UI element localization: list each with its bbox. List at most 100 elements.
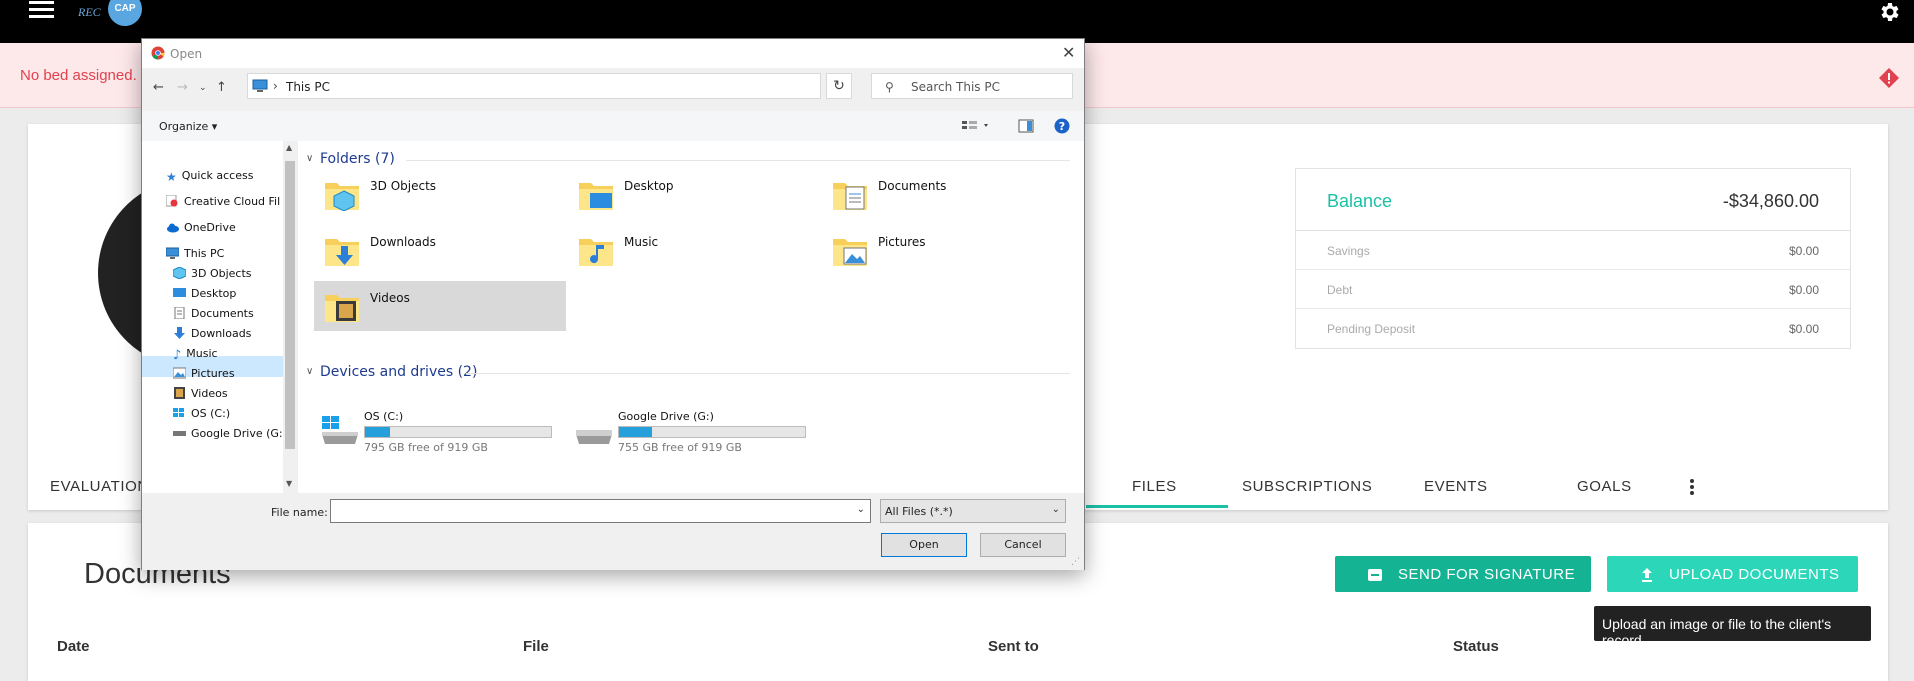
folder-downloads[interactable]: Downloads [314,225,566,275]
app-logo[interactable]: REC CAP [78,0,142,28]
dialog-toolbar: Organize ▾ ? [142,111,1084,141]
column-header-status[interactable]: Status [1453,638,1499,655]
nav-item-creative-cloud[interactable]: Creative Cloud Fil [166,195,280,208]
preview-pane-icon[interactable] [1018,119,1034,133]
folder-desktop[interactable]: Desktop [568,169,820,219]
collapse-chevron-icon[interactable]: ∨ [306,153,313,164]
organize-label: Organize [159,120,209,133]
nav-item-os-c[interactable]: OS (C:) [173,407,230,420]
drive-free-space: 755 GB free of 919 GB [618,441,742,454]
search-icon: ⚲ [885,80,894,94]
nav-item-downloads[interactable]: Downloads [173,327,251,340]
file-type-filter-select[interactable]: All Files (*.*) ⌄ [880,499,1066,523]
refresh-icon[interactable]: ↻ [826,73,852,99]
nav-item-pictures[interactable]: Pictures [173,367,235,380]
videos-film-icon [174,387,185,399]
close-icon[interactable]: ✕ [1062,43,1075,62]
warning-diamond-icon[interactable] [1878,67,1900,89]
folder-label: 3D Objects [370,179,437,193]
folder-label: Documents [878,179,947,193]
nav-item-desktop[interactable]: Desktop [173,287,236,300]
row-value: $0.00 [1788,283,1819,297]
collapse-chevron-icon[interactable]: ∨ [306,366,313,377]
tab-subscriptions[interactable]: SUBSCRIPTIONS [1242,478,1372,495]
group-divider [466,373,1070,374]
file-name-dropdown-icon[interactable]: ⌄ [857,504,865,515]
organize-menu[interactable]: Organize ▾ [159,120,217,133]
folder-3d-objects[interactable]: 3D Objects [314,169,566,219]
resize-grip-icon[interactable]: ⋰ [1071,557,1080,567]
folder-videos[interactable]: Videos [314,281,566,331]
tab-goals[interactable]: GOALS [1577,478,1632,495]
tab-files[interactable]: FILES [1132,478,1177,495]
column-header-sent-to[interactable]: Sent to [988,638,1039,655]
open-file-dialog: Open ✕ ← → ⌄ ↑ › This PC ⌄ ↻ ⚲ Search Th… [141,38,1085,570]
gear-icon[interactable] [1876,0,1902,24]
drive-icon [173,431,186,436]
drive-free-space: 795 GB free of 919 GB [364,441,488,454]
file-content-pane: ∨ Folders (7) 3D Objects Desktop Documen… [298,141,1084,493]
pictures-icon [173,367,186,379]
group-divider [406,160,1070,161]
this-pc-icon [166,247,179,259]
nav-label: Videos [191,387,228,400]
open-button[interactable]: Open [881,533,967,557]
recent-locations-chevron-icon[interactable]: ⌄ [199,83,207,93]
nav-item-videos[interactable]: Videos [173,387,228,400]
more-vert-icon[interactable] [1689,479,1695,495]
tab-events[interactable]: EVENTS [1424,478,1488,495]
folder-documents-icon [833,183,867,210]
row-value: $0.00 [1788,322,1819,336]
address-bar[interactable]: › This PC ⌄ [247,73,914,99]
send-for-signature-button[interactable]: SEND FOR SIGNATURE [1335,556,1591,592]
nav-label: Downloads [191,327,252,340]
scrollbar-thumb[interactable] [285,161,295,449]
upload-documents-button[interactable]: UPLOAD DOCUMENTS [1607,556,1858,592]
tab-evaluation[interactable]: EVALUATION [50,478,149,495]
nav-item-3d-objects[interactable]: 3D Objects [173,267,252,280]
folder-pictures[interactable]: Pictures [822,225,1074,275]
nav-item-quick-access[interactable]: ★ Quick access [166,169,253,184]
nav-item-music[interactable]: ♪ Music [173,347,218,363]
folder-documents[interactable]: Documents [822,169,1074,219]
search-box[interactable]: ⚲ Search This PC [871,73,1073,99]
folders-group-header[interactable]: Folders (7) [320,151,395,167]
nav-label: OS (C:) [191,407,231,420]
downloads-arrow-icon [174,327,185,339]
cancel-button[interactable]: Cancel [980,533,1066,557]
nav-item-google-drive[interactable]: Google Drive (G: [173,427,283,440]
star-icon: ★ [166,170,177,184]
drive-os-c[interactable]: OS (C:) 795 GB free of 919 GB [314,406,564,454]
nav-label: Pictures [191,367,235,380]
folder-label: Desktop [624,179,674,193]
help-icon[interactable]: ? [1054,118,1070,134]
send-for-signature-label: SEND FOR SIGNATURE [1398,566,1576,583]
nav-label: Creative Cloud Fil [184,195,281,208]
scroll-down-icon[interactable]: ▼ [286,479,292,488]
column-header-file[interactable]: File [523,638,549,655]
folder-music[interactable]: Music [568,225,820,275]
upload-icon [1642,568,1652,582]
nav-label: Music [186,347,218,360]
hamburger-menu-icon[interactable] [29,1,54,21]
row-label: Debt [1327,283,1353,297]
scroll-up-icon[interactable]: ▲ [286,143,292,152]
back-arrow-icon[interactable]: ← [153,80,164,95]
nav-item-this-pc[interactable]: This PC [166,247,224,260]
alert-text: No bed assigned. [20,67,137,84]
devices-group-header[interactable]: Devices and drives (2) [320,364,477,380]
file-name-input[interactable]: ⌄ [330,499,871,523]
dialog-bottom-bar: File name: ⌄ All Files (*.*) ⌄ Open Canc… [142,494,1084,570]
active-tab-indicator [1086,505,1228,508]
3d-objects-icon [173,267,186,279]
nav-item-onedrive[interactable]: OneDrive [166,221,236,234]
dialog-titlebar[interactable]: Open ✕ [142,39,1084,68]
drive-google-drive-g[interactable]: Google Drive (G:) 755 GB free of 919 GB [568,406,818,454]
music-note-icon: ♪ [173,348,182,363]
column-header-date[interactable]: Date [57,638,90,655]
nav-item-documents[interactable]: Documents [173,307,254,320]
change-view-icon[interactable] [962,120,992,133]
navigation-scrollbar[interactable]: ▲ ▼ [283,141,297,493]
forward-arrow-icon[interactable]: → [177,80,188,95]
up-arrow-icon[interactable]: ↑ [216,80,227,95]
